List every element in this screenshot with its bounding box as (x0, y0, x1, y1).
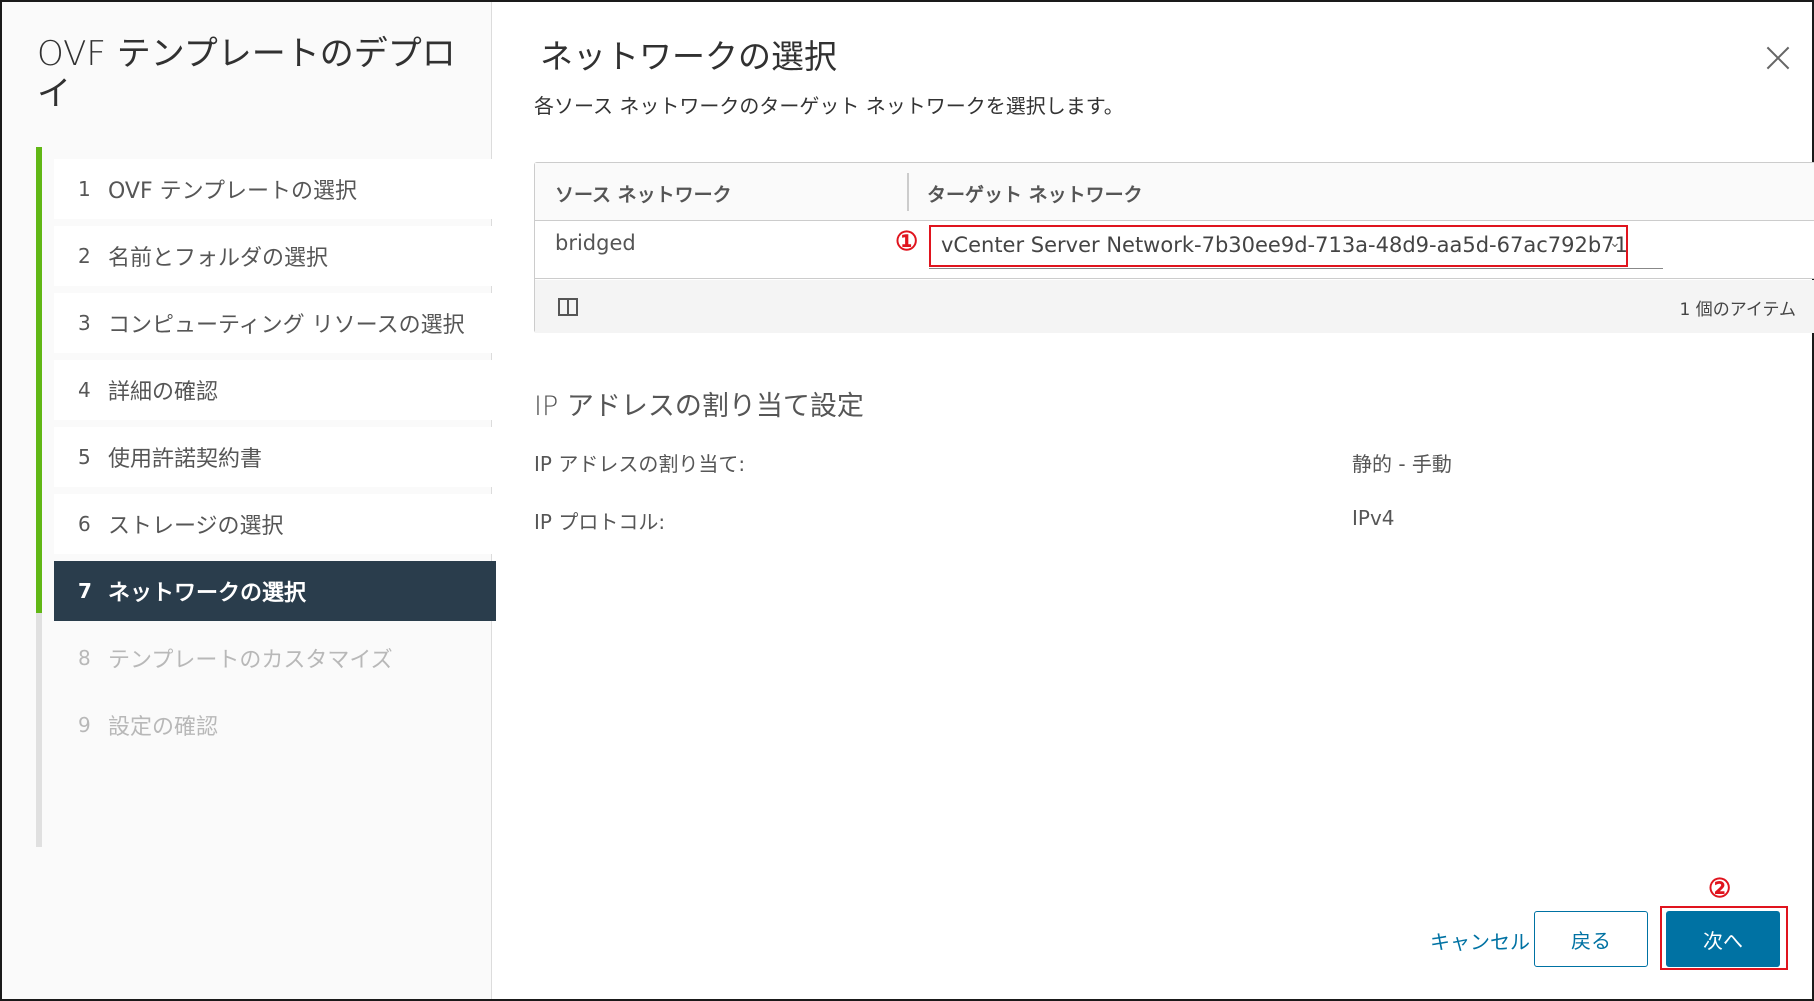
ip-protocol-label: IP プロトコル: (534, 510, 666, 534)
step-label: コンピューティング リソースの選択 (108, 313, 465, 338)
step-label: ネットワークの選択 (108, 581, 307, 606)
chevron-down-icon[interactable]: ⌄ (1609, 235, 1621, 251)
step-8: 8 テンプレートのカスタマイズ (54, 628, 496, 688)
column-header-target[interactable]: ターゲット ネットワーク (927, 180, 1143, 207)
ip-protocol-value: IPv4 (1352, 506, 1395, 530)
select-underline (929, 268, 1663, 269)
step-3[interactable]: 3 コンピューティング リソースの選択 (54, 293, 496, 353)
step-number: 5 (78, 445, 91, 469)
grid-footer: 1 個のアイテム (535, 280, 1814, 333)
next-button[interactable]: 次へ (1666, 911, 1780, 967)
wizard-steps: 1 OVF テンプレートの選択 2 名前とフォルダの選択 3 コンピューティング リソ… (36, 147, 496, 847)
completed-progress-bar (36, 147, 42, 613)
step-1[interactable]: 1 OVF テンプレートの選択 (54, 159, 496, 219)
column-toggle-icon[interactable] (558, 298, 578, 316)
network-mapping-grid: ソース ネットワーク ターゲット ネットワーク bridged ① vCente… (534, 162, 1814, 333)
step-label: ストレージの選択 (108, 514, 284, 539)
source-network-cell: bridged (555, 231, 636, 255)
step-label: 名前とフォルダの選択 (108, 246, 329, 271)
step-number: 1 (78, 177, 91, 201)
ip-section-title: IP アドレスの割り当て設定 (534, 391, 864, 422)
step-number: 3 (78, 311, 91, 335)
step-label: 詳細の確認 (108, 380, 219, 405)
back-button[interactable]: 戻る (1534, 911, 1648, 967)
step-9: 9 設定の確認 (54, 695, 496, 755)
step-label: OVF テンプレートの選択 (108, 179, 357, 204)
step-label: 使用許諾契約書 (108, 447, 263, 472)
item-count: 1 個のアイテム (1679, 300, 1796, 320)
table-row: bridged ① vCenter Server Network-7b30ee9… (535, 221, 1814, 279)
step-number: 4 (78, 378, 91, 402)
page-description: 各ソース ネットワークのターゲット ネットワークを選択します。 (534, 94, 1124, 118)
annotation-marker-1: ① (895, 227, 919, 257)
page-title: ネットワークの選択 (540, 37, 837, 76)
column-header-source[interactable]: ソース ネットワーク (555, 180, 732, 207)
ip-allocation-value: 静的 - 手動 (1352, 452, 1452, 476)
wizard-title: OVF テンプレートのデプロイ (37, 34, 456, 114)
step-2[interactable]: 2 名前とフォルダの選択 (54, 226, 496, 286)
step-6[interactable]: 6 ストレージの選択 (54, 494, 496, 554)
step-number: 7 (78, 579, 92, 603)
step-label: 設定の確認 (108, 715, 219, 740)
column-separator[interactable] (907, 173, 909, 211)
grid-header: ソース ネットワーク ターゲット ネットワーク (535, 163, 1814, 221)
step-number: 8 (78, 646, 91, 670)
step-number: 9 (78, 713, 91, 737)
step-7-active[interactable]: 7 ネットワークの選択 (54, 561, 496, 621)
step-5[interactable]: 5 使用許諾契約書 (54, 427, 496, 487)
close-icon[interactable] (1762, 42, 1794, 74)
step-label: テンプレートのカスタマイズ (108, 648, 393, 673)
target-network-select[interactable]: vCenter Server Network-7b30ee9d-713a-48d… (929, 225, 1628, 267)
annotation-marker-2: ② (1708, 874, 1732, 904)
ip-allocation-label: IP アドレスの割り当て: (534, 452, 746, 476)
step-number: 6 (78, 512, 91, 536)
step-number: 2 (78, 244, 91, 268)
step-4[interactable]: 4 詳細の確認 (54, 360, 496, 420)
